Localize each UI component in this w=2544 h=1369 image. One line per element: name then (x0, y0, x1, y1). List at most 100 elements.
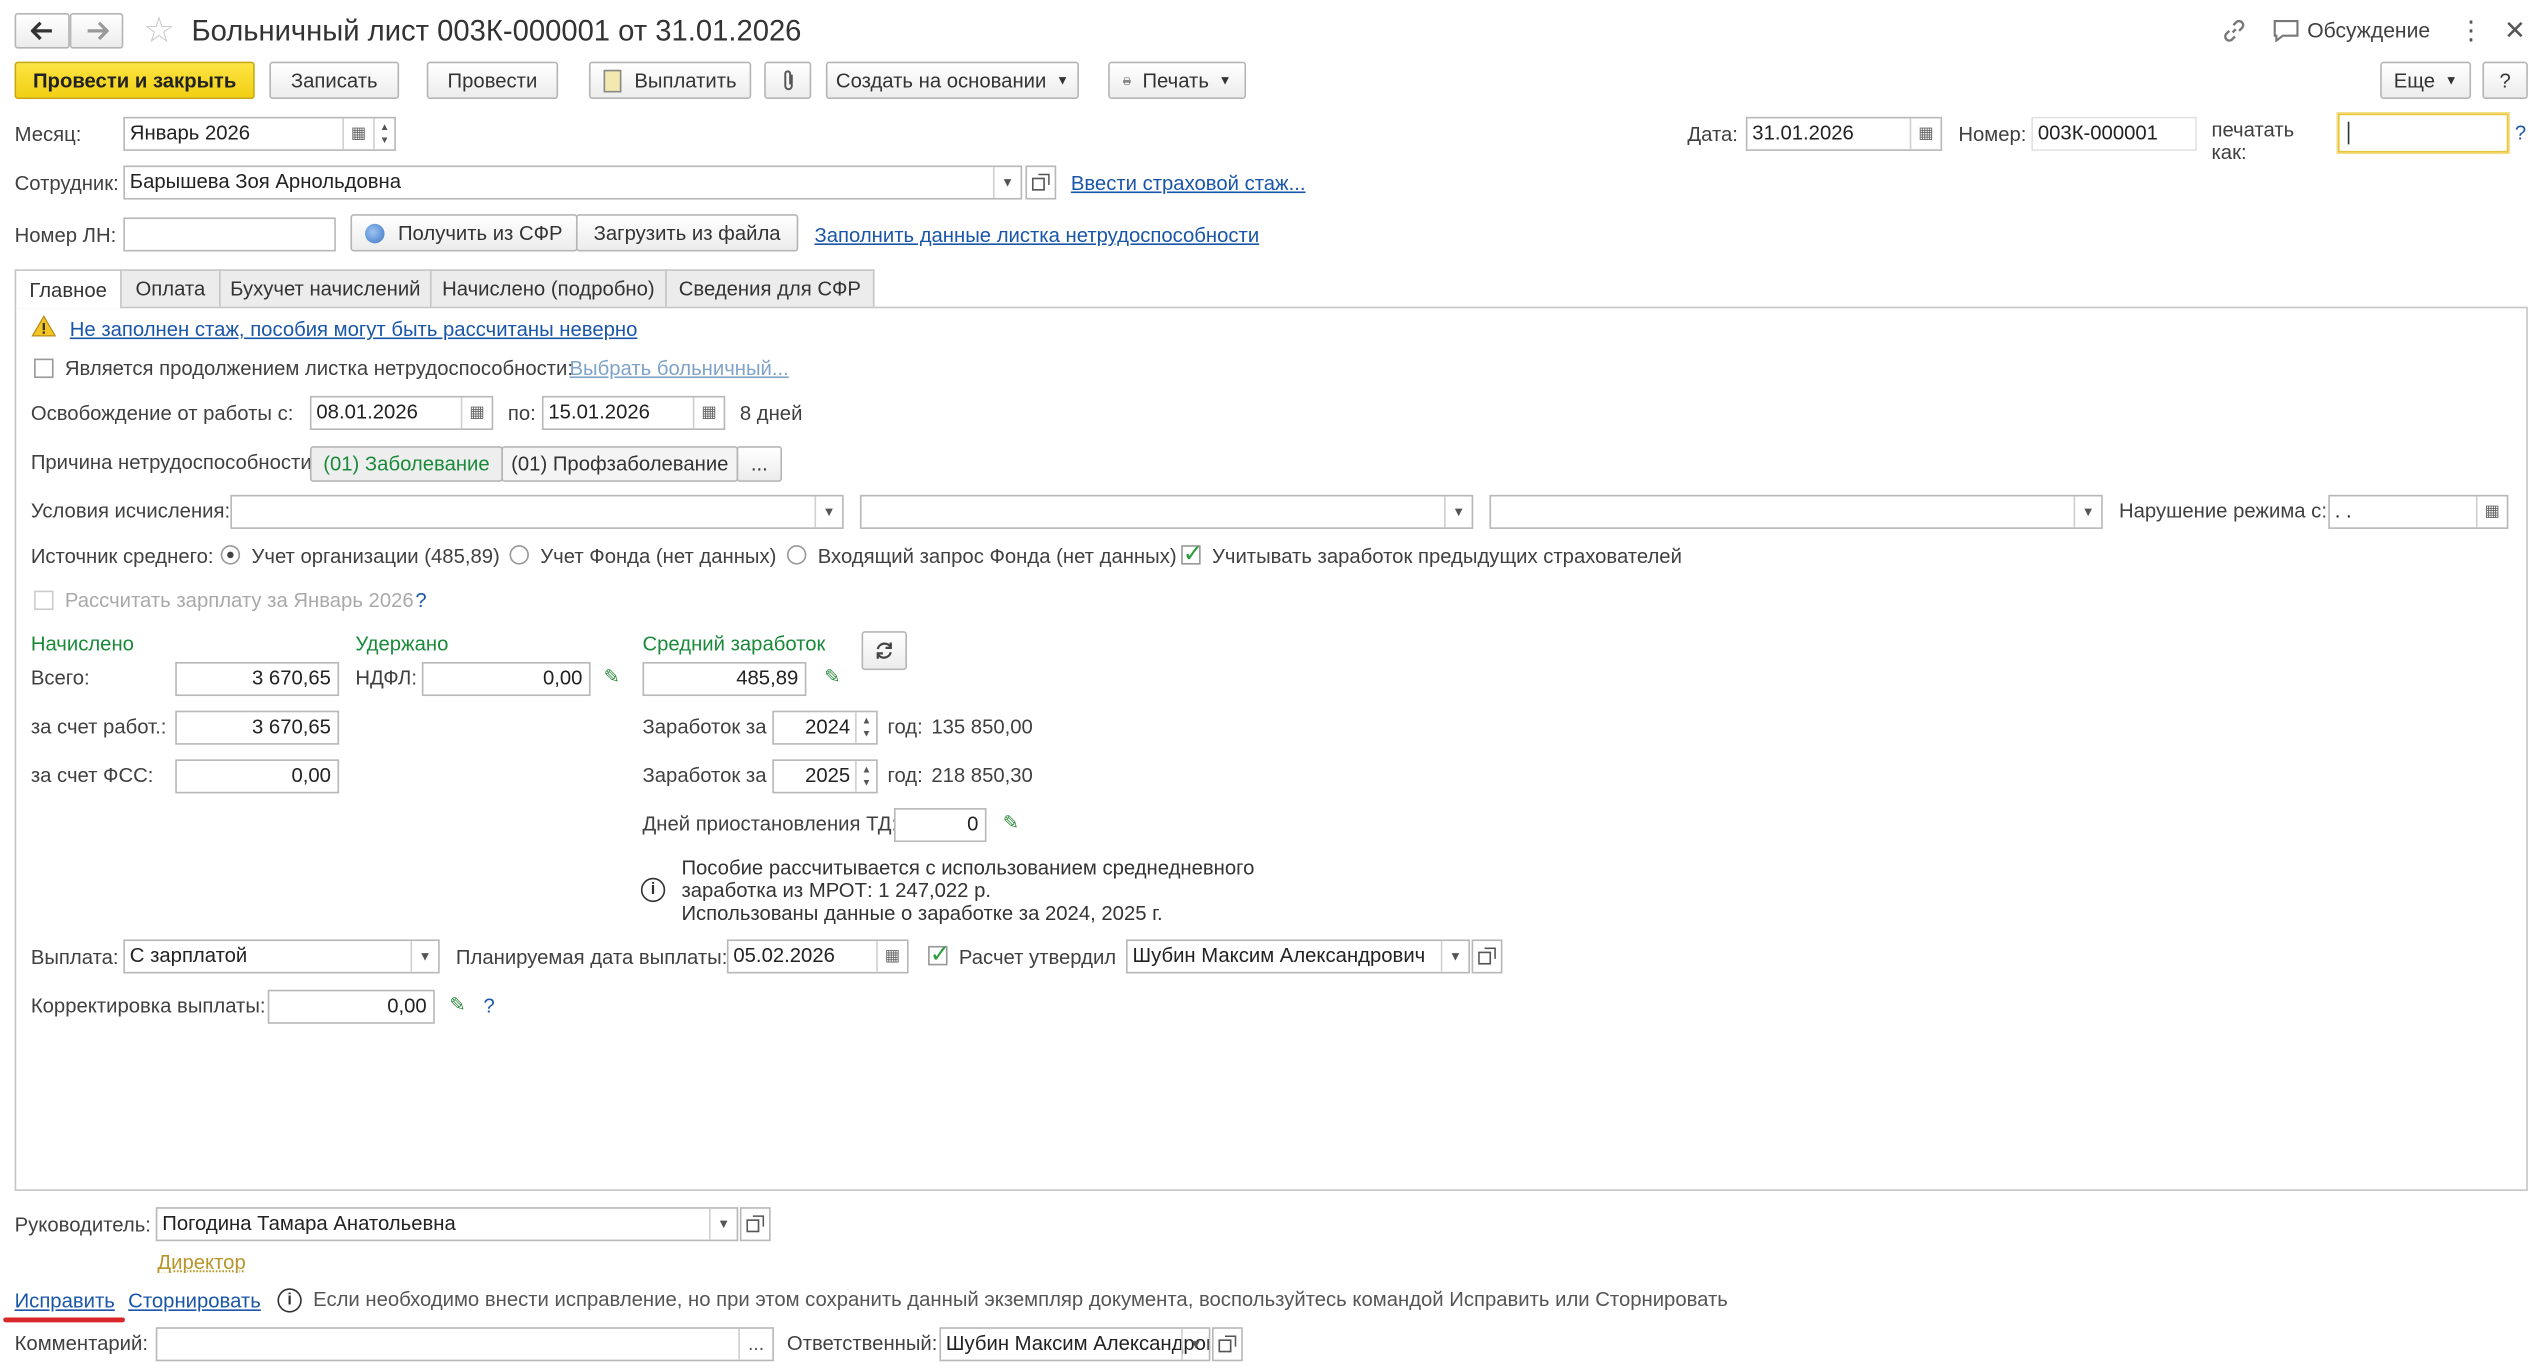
avg-source-request-radio[interactable] (786, 545, 807, 565)
employee-field[interactable]: Барышева Зоя Арнольдовна ▼ (123, 165, 1023, 200)
fss-field[interactable]: 0,00 (175, 759, 340, 794)
total-field[interactable]: 3 670,65 (175, 661, 340, 697)
release-to-field[interactable]: 15.01.2026 ▦ (541, 395, 726, 430)
dropdown-icon[interactable]: ▼ (709, 1208, 737, 1240)
more-button[interactable]: Еще ▼ (2380, 61, 2472, 99)
release-from-field[interactable]: 08.01.2026 ▦ (309, 395, 494, 430)
correction-field[interactable]: 0,00 (267, 989, 435, 1024)
save-button[interactable]: Записать (269, 61, 400, 99)
reason-illness-button[interactable]: (01) Заболевание (309, 446, 503, 482)
dropdown-icon[interactable]: ▼ (992, 167, 1021, 198)
pencil-icon[interactable]: ✎ (824, 665, 840, 688)
tab-accrued-details[interactable]: Начислено (подробно) (429, 269, 667, 307)
forward-button[interactable] (69, 12, 124, 49)
choose-sick-leave-link[interactable]: Выбрать больничный... (569, 355, 788, 381)
reason-more-button[interactable]: ... (736, 446, 783, 482)
number-field[interactable]: 003К-000001 (2031, 116, 2197, 151)
calendar-icon[interactable]: ▦ (2475, 496, 2507, 528)
dropdown-icon[interactable]: ▼ (1444, 496, 1472, 528)
ln-field[interactable] (123, 217, 336, 252)
fix-link[interactable]: Исправить (15, 1288, 115, 1314)
print-button[interactable]: Печать ▼ (1108, 61, 1247, 99)
spin-icon[interactable]: ▲ ▼ (855, 760, 876, 792)
director-link[interactable]: Директор (157, 1249, 245, 1275)
create-based-button[interactable]: Создать на основании ▼ (825, 61, 1079, 99)
year-2-field[interactable]: 2025 ▲ ▼ (772, 759, 878, 794)
load-file-button[interactable]: Загрузить из файла (575, 214, 799, 252)
dropdown-icon[interactable]: ▼ (2073, 496, 2102, 528)
reverse-link[interactable]: Сторнировать (128, 1288, 261, 1314)
conditions-field-3[interactable]: ▼ (1489, 494, 2103, 529)
approved-field[interactable]: Шубин Максим Александрович ▼ (1126, 939, 1470, 974)
calc-salary-checkbox[interactable] (34, 590, 54, 611)
open-responsible-button[interactable] (1212, 1327, 1243, 1362)
tab-payment[interactable]: Оплата (120, 269, 221, 307)
tab-accounting[interactable]: Бухучет начислений (219, 269, 432, 307)
pencil-icon[interactable]: ✎ (604, 665, 620, 688)
responsible-field[interactable]: Шубин Максим Александрович ▼ (939, 1327, 1211, 1362)
print-as-field[interactable] (2338, 113, 2509, 153)
get-sfr-button[interactable]: Получить из СФР (350, 214, 578, 252)
spin-icon[interactable]: ▲ ▼ (855, 712, 876, 744)
calendar-icon[interactable]: ▦ (1909, 118, 1941, 150)
prev-insurers-checkbox[interactable] (1181, 539, 1203, 568)
spin-icon[interactable]: ▲ ▼ (373, 118, 394, 150)
correction-help[interactable]: ? (484, 993, 495, 1019)
calendar-icon[interactable]: ▦ (692, 397, 724, 429)
suspend-field[interactable]: 0 (893, 808, 987, 843)
pencil-icon[interactable]: ✎ (449, 993, 465, 1016)
help-button[interactable]: ? (2482, 61, 2528, 99)
conditions-field-1[interactable]: ▼ (230, 494, 844, 529)
open-approved-button[interactable] (1471, 939, 1503, 974)
comment-field[interactable]: ... (155, 1327, 774, 1362)
avg-source-fund-radio[interactable] (509, 545, 529, 565)
fill-ln-link[interactable]: Заполнить данные листка нетрудоспособнос… (814, 222, 1259, 248)
conditions-field-2[interactable]: ▼ (859, 494, 1474, 529)
comment-more-button[interactable]: ... (738, 1328, 772, 1360)
ndfl-field[interactable]: 0,00 (421, 661, 591, 697)
pay-button[interactable]: Выплатить (588, 61, 752, 99)
calendar-icon[interactable]: ▦ (460, 397, 492, 429)
link-icon[interactable] (2220, 16, 2249, 45)
post-and-close-button[interactable]: Провести и закрыть (14, 61, 255, 99)
dropdown-icon[interactable]: ▼ (1440, 941, 1469, 972)
back-button[interactable] (14, 12, 70, 49)
dropdown-icon[interactable]: ▼ (814, 496, 842, 528)
withheld-header: Удержано (355, 632, 449, 656)
star-icon[interactable]: ☆ (140, 10, 179, 51)
dropdown-icon[interactable]: ▼ (1181, 1328, 1209, 1360)
print-as-help[interactable]: ? (2515, 120, 2526, 146)
continuation-checkbox[interactable] (34, 358, 54, 379)
reason-prof-button[interactable]: (01) Профзаболевание (501, 446, 739, 482)
month-field[interactable]: Январь 2026 ▦ ▲ ▼ (123, 116, 396, 151)
violation-field[interactable]: . . ▦ (2328, 494, 2509, 529)
close-icon[interactable]: ✕ (2502, 16, 2528, 46)
dropdown-icon[interactable]: ▼ (410, 941, 438, 972)
warning-link[interactable]: Не заполнен стаж, пособия могут быть рас… (70, 316, 638, 342)
calendar-icon[interactable]: ▦ (342, 118, 373, 150)
tab-sfr-info[interactable]: Сведения для СФР (665, 269, 875, 307)
annotation-underline (3, 1317, 125, 1323)
approved-checkbox[interactable] (928, 939, 950, 969)
discussion-icon[interactable] (2272, 16, 2301, 45)
attach-button[interactable] (764, 61, 812, 99)
avg-earnings-field[interactable]: 485,89 (642, 661, 807, 697)
pencil-icon[interactable]: ✎ (1003, 811, 1019, 834)
calendar-icon[interactable]: ▦ (876, 941, 907, 972)
plan-date-field[interactable]: 05.02.2026 ▦ (726, 939, 909, 974)
calc-salary-help[interactable]: ? (415, 587, 426, 613)
discussion-link[interactable]: Обсуждение (2307, 18, 2430, 44)
avg-source-org-radio[interactable] (220, 545, 241, 565)
open-head-button[interactable] (739, 1207, 771, 1242)
tab-main[interactable]: Главное (14, 269, 122, 309)
employer-field[interactable]: 3 670,65 (175, 710, 340, 745)
date-field[interactable]: 31.01.2026 ▦ (1745, 116, 1943, 151)
more-vertical-icon[interactable]: ⋮ (2458, 16, 2484, 46)
open-employee-button[interactable] (1025, 165, 1057, 200)
year-1-field[interactable]: 2024 ▲ ▼ (772, 710, 878, 745)
insurance-link[interactable]: Ввести страховой стаж... (1071, 170, 1306, 196)
head-field[interactable]: Погодина Тамара Анатольевна ▼ (155, 1207, 739, 1242)
refresh-button[interactable] (861, 631, 907, 671)
payout-field[interactable]: С зарплатой ▼ (123, 939, 440, 974)
post-button[interactable]: Провести (426, 61, 559, 99)
